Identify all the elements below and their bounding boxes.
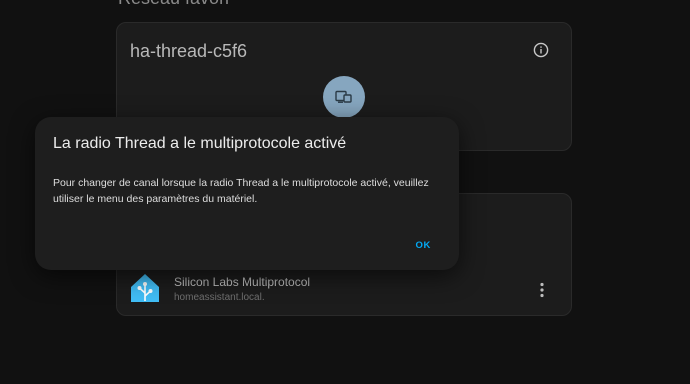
dots-vertical-icon[interactable] <box>539 282 545 298</box>
info-icon[interactable] <box>533 42 549 58</box>
ok-button[interactable]: OK <box>416 240 431 251</box>
integration-title: Silicon Labs Multiprotocol <box>174 275 311 289</box>
dialog-body: Pour changer de canal lorsque la radio T… <box>53 177 429 205</box>
page: Réseau favori ha-thread-c5f6 <box>0 0 690 384</box>
dialog-title: La radio Thread a le multiprotocole acti… <box>53 135 347 152</box>
home-assistant-logo <box>129 272 161 304</box>
integration-host: homeassistant.local. <box>174 292 265 303</box>
multiprotocol-dialog: La radio Thread a le multiprotocole acti… <box>35 117 459 270</box>
router-device-icon <box>335 90 352 103</box>
network-name: ha-thread-c5f6 <box>130 41 248 61</box>
section-heading: Réseau favori <box>118 0 229 9</box>
router-node[interactable] <box>323 76 365 118</box>
